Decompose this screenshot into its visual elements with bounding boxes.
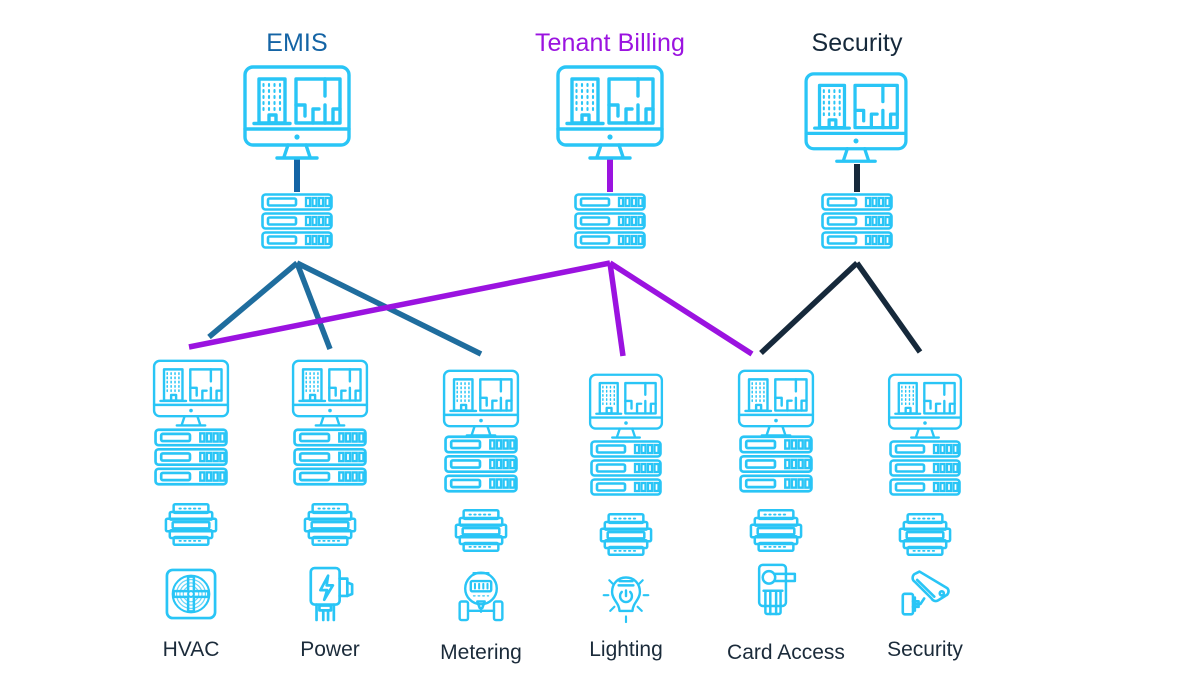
device-controller-power[interactable] bbox=[303, 502, 357, 547]
device-servers-metering[interactable] bbox=[444, 435, 518, 493]
link-tenant-billing-to-lighting bbox=[607, 262, 626, 357]
server-rack-icon bbox=[590, 440, 662, 496]
device-controller-metering[interactable] bbox=[454, 508, 508, 553]
server-rack-icon bbox=[574, 193, 646, 249]
diagram-canvas: EMIS Tenant Billing Security HVAC Power … bbox=[0, 0, 1200, 686]
device-servers-lighting[interactable] bbox=[590, 440, 662, 496]
monitor-floorplan-icon bbox=[241, 63, 353, 163]
device-endpoint-hvac[interactable] bbox=[165, 568, 217, 620]
device-label-security: Security bbox=[887, 638, 963, 661]
device-label-lighting: Lighting bbox=[589, 638, 663, 661]
monitor-floorplan-icon bbox=[151, 358, 231, 429]
controller-icon bbox=[599, 512, 653, 557]
controller-icon bbox=[898, 512, 952, 557]
system-monitor-emis[interactable] bbox=[241, 63, 353, 163]
device-controller-card-access[interactable] bbox=[749, 508, 803, 553]
server-rack-icon bbox=[293, 428, 367, 486]
monitor-floorplan-icon bbox=[736, 368, 816, 439]
device-monitor-hvac[interactable] bbox=[151, 358, 231, 429]
system-title-emis: EMIS bbox=[266, 29, 328, 57]
device-label-hvac: HVAC bbox=[162, 638, 220, 661]
controller-icon bbox=[303, 502, 357, 547]
monitor-floorplan-icon bbox=[441, 368, 521, 439]
monitor-floorplan-icon bbox=[554, 63, 666, 163]
device-monitor-lighting[interactable] bbox=[587, 372, 665, 441]
light-bulb-icon bbox=[600, 570, 652, 624]
hvac-fan-icon bbox=[165, 568, 217, 620]
cctv-camera-icon bbox=[899, 566, 953, 618]
device-monitor-power[interactable] bbox=[290, 358, 370, 429]
system-monitor-security[interactable] bbox=[802, 70, 910, 166]
device-endpoint-lighting[interactable] bbox=[600, 570, 652, 624]
link-tenant-billing-to-hvac bbox=[188, 260, 611, 350]
water-meter-icon bbox=[455, 568, 507, 622]
device-controller-security[interactable] bbox=[898, 512, 952, 557]
system-title-security: Security bbox=[811, 29, 903, 57]
monitor-floorplan-icon bbox=[802, 70, 910, 166]
system-monitor-tenant-billing[interactable] bbox=[554, 63, 666, 163]
device-controller-lighting[interactable] bbox=[599, 512, 653, 557]
server-rack-icon bbox=[154, 428, 228, 486]
monitor-floorplan-icon bbox=[290, 358, 370, 429]
device-monitor-security[interactable] bbox=[886, 372, 964, 441]
link-security-sys-to-card-access bbox=[759, 260, 859, 356]
server-rack-icon bbox=[739, 435, 813, 493]
device-endpoint-card-access[interactable] bbox=[752, 561, 802, 617]
server-rack-icon bbox=[821, 193, 893, 249]
controller-icon bbox=[164, 502, 218, 547]
monitor-floorplan-icon bbox=[587, 372, 665, 441]
server-rack-icon bbox=[261, 193, 333, 249]
device-servers-power[interactable] bbox=[293, 428, 367, 486]
system-servers-security[interactable] bbox=[821, 193, 893, 249]
door-card-reader-icon bbox=[752, 561, 802, 617]
device-servers-card-access[interactable] bbox=[739, 435, 813, 493]
device-endpoint-power[interactable] bbox=[305, 566, 355, 622]
device-controller-hvac[interactable] bbox=[164, 502, 218, 547]
link-tenant-billing-to-card-access bbox=[608, 260, 754, 357]
controller-icon bbox=[749, 508, 803, 553]
server-rack-icon bbox=[444, 435, 518, 493]
device-monitor-card-access[interactable] bbox=[736, 368, 816, 439]
device-monitor-metering[interactable] bbox=[441, 368, 521, 439]
device-servers-hvac[interactable] bbox=[154, 428, 228, 486]
monitor-floorplan-icon bbox=[886, 372, 964, 441]
device-servers-security[interactable] bbox=[889, 440, 961, 496]
controller-icon bbox=[454, 508, 508, 553]
device-label-power: Power bbox=[300, 638, 360, 661]
system-servers-tenant-billing[interactable] bbox=[574, 193, 646, 249]
server-rack-icon bbox=[889, 440, 961, 496]
system-title-tenant-billing: Tenant Billing bbox=[534, 29, 686, 57]
device-label-metering: Metering bbox=[440, 641, 522, 664]
device-endpoint-security[interactable] bbox=[899, 566, 953, 618]
link-security-sys-to-security-dev bbox=[854, 261, 923, 354]
power-panel-icon bbox=[305, 566, 355, 622]
system-servers-emis[interactable] bbox=[261, 193, 333, 249]
device-endpoint-metering[interactable] bbox=[455, 568, 507, 622]
